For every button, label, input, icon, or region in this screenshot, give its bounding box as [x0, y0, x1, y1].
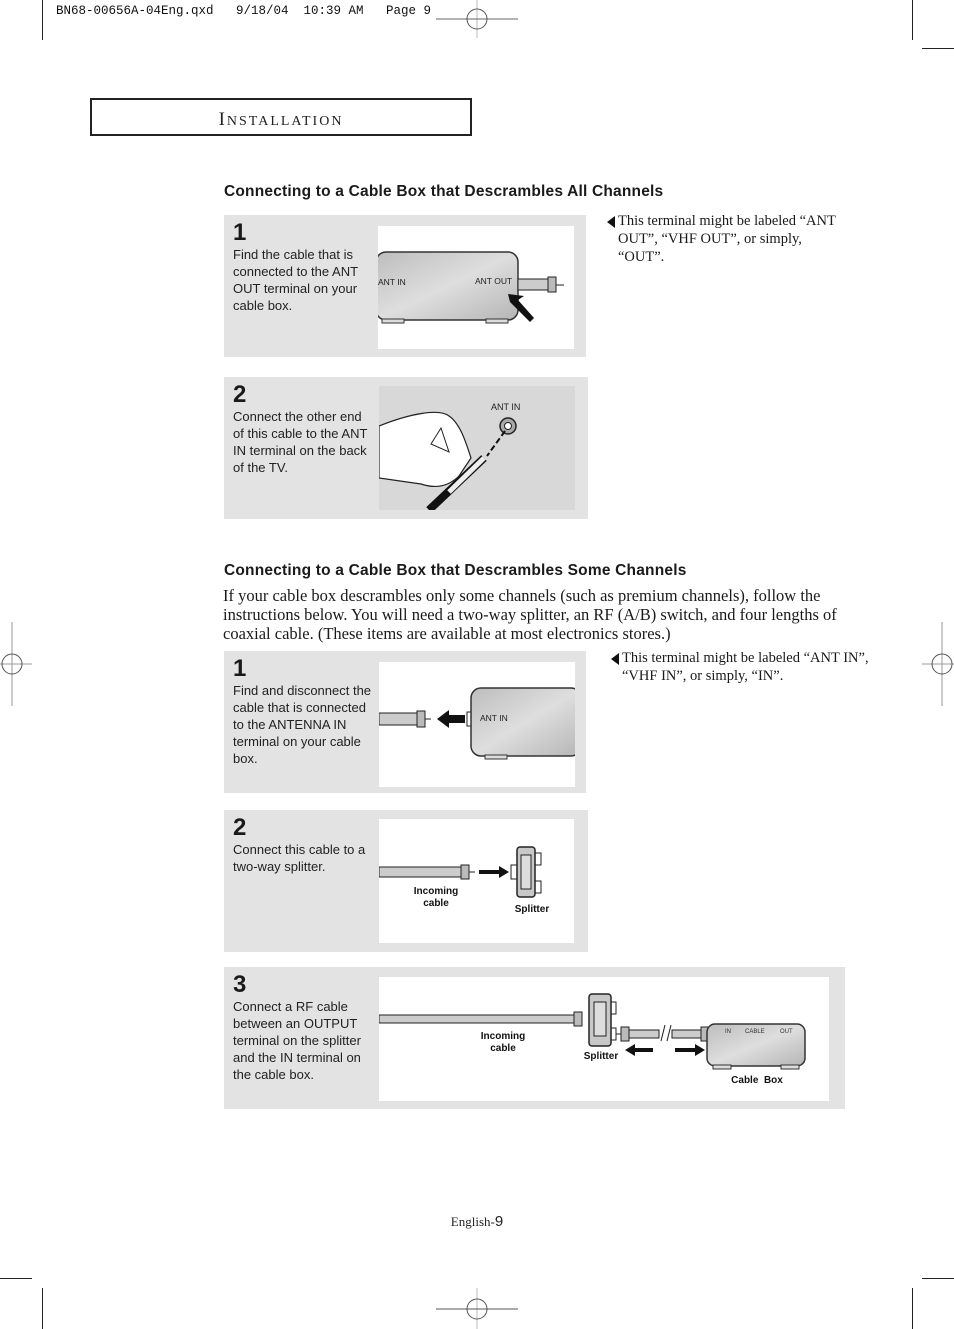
- ant-in-label: ANT IN: [378, 277, 406, 287]
- crop-mark: [922, 48, 954, 49]
- heading-all-channels: Connecting to a Cable Box that Descrambl…: [224, 183, 664, 200]
- registration-mark-right: [922, 622, 954, 706]
- crop-mark: [42, 0, 43, 40]
- splitter-label: Splitter: [515, 904, 550, 915]
- registration-mark-top: [436, 0, 518, 38]
- step-text: Connect the other end of this cable to t…: [233, 409, 368, 475]
- step-panel: 3 Connect a RF cable between an OUTPUT t…: [224, 967, 845, 1109]
- heading-some-channels: Connecting to a Cable Box that Descrambl…: [224, 562, 687, 579]
- cable-label: cable: [423, 898, 449, 909]
- page-footer: English-9: [450, 1213, 504, 1230]
- ant-in-label: ANT IN: [480, 713, 508, 723]
- crop-mark: [922, 1278, 954, 1279]
- page-number: 9: [494, 1213, 504, 1230]
- step-text: Find the cable that is connected to the …: [233, 247, 358, 313]
- incoming-label: Incoming: [481, 1031, 525, 1042]
- step-text: Connect a RF cable between an OUTPUT ter…: [233, 999, 361, 1082]
- step-text: Find and disconnect the cable that is co…: [233, 683, 372, 766]
- crop-mark: [912, 0, 913, 40]
- registration-mark-left: [0, 622, 32, 706]
- section-header: INSTALLATION: [90, 98, 472, 136]
- ant-in-label: ANT IN: [491, 402, 520, 412]
- step-panel: 1 Find and disconnect the cable that is …: [224, 651, 586, 793]
- step-text: Connect this cable to a two-way splitter…: [233, 842, 366, 874]
- step-panel: 1 Find the cable that is connected to th…: [224, 215, 586, 357]
- crop-mark: [0, 1278, 32, 1279]
- illustration-splitter-to-cable-box: IN CABLE OUT Incoming cable Splitter Cab…: [378, 977, 829, 1101]
- section-title: INSTALLATION: [218, 109, 344, 130]
- arrow-right-icon: [675, 1044, 705, 1056]
- pointer-triangle-icon: [607, 216, 615, 228]
- step-panel: 2 Connect the other end of this cable to…: [224, 377, 588, 519]
- arrow-right-icon: [479, 866, 509, 878]
- illustration-tv-ant-in: ANT IN: [378, 386, 575, 513]
- illustration-cable-box-ant-out: ANT IN ANT OUT: [375, 226, 574, 349]
- box-in-label: IN: [725, 1029, 731, 1035]
- cable-box-label: Cable Box: [731, 1075, 783, 1086]
- step-number: 1: [233, 219, 247, 246]
- cable-label: cable: [490, 1043, 516, 1054]
- note-ant-out: This terminal might be labeled “ANT OUT”…: [607, 212, 848, 266]
- crop-mark: [912, 1288, 913, 1329]
- pointer-triangle-icon: [611, 653, 619, 665]
- step-number: 3: [233, 971, 247, 998]
- note-ant-in: This terminal might be labeled “ANT IN”,…: [611, 649, 892, 685]
- ant-out-label: ANT OUT: [475, 276, 512, 286]
- arrow-left-icon: [625, 1044, 653, 1056]
- step-number: 1: [233, 655, 247, 682]
- box-cable-label: CABLE: [745, 1029, 765, 1035]
- illustration-disconnect-ant-in: ANT IN: [378, 662, 582, 787]
- registration-mark-bottom: [436, 1288, 518, 1329]
- step-number: 2: [233, 381, 247, 408]
- hand-shape: [378, 411, 472, 488]
- printer-slug: BN68-00656A-04Eng.qxd 9/18/04 10:39 AM P…: [56, 4, 432, 18]
- intro-paragraph: If your cable box descrambles only some …: [223, 586, 837, 643]
- incoming-label: Incoming: [414, 886, 458, 897]
- illustration-splitter: Incoming cable Splitter: [378, 819, 574, 943]
- crop-mark: [42, 1288, 43, 1329]
- box-out-label: OUT: [780, 1029, 793, 1035]
- step-number: 2: [233, 814, 247, 841]
- arrow-left-icon: [437, 710, 465, 728]
- splitter-label: Splitter: [584, 1051, 619, 1062]
- step-panel: 2 Connect this cable to a two-way splitt…: [224, 810, 588, 952]
